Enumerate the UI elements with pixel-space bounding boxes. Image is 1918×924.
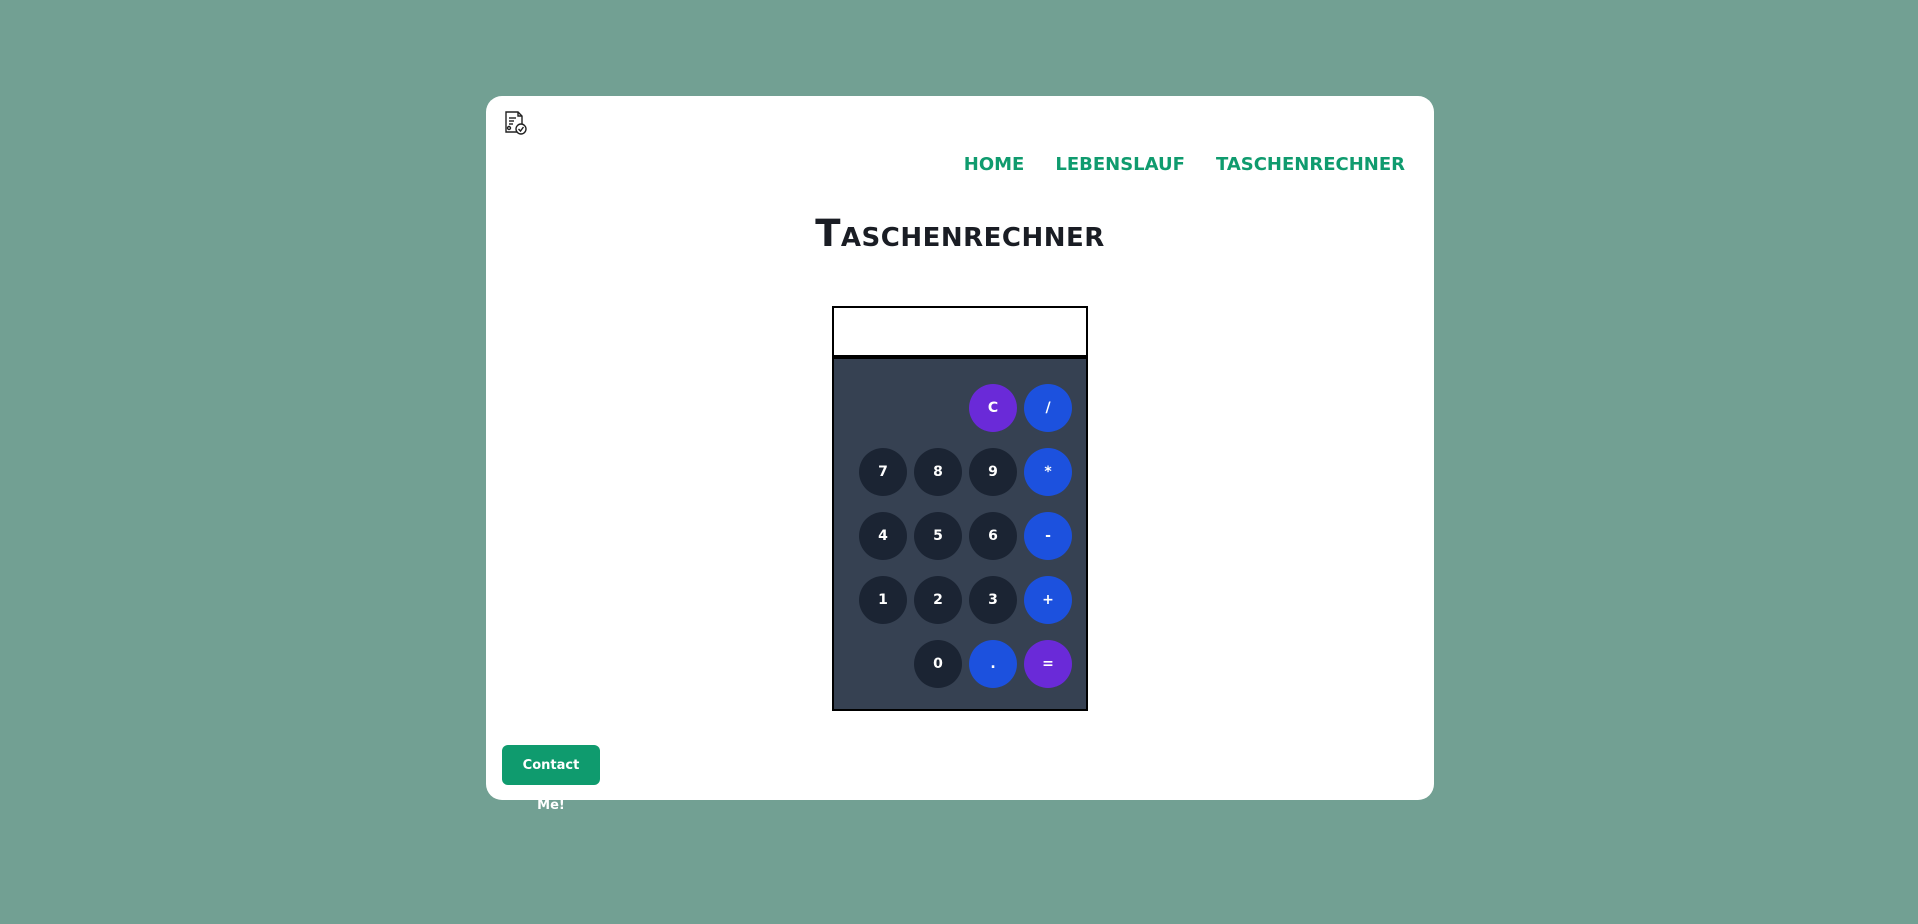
multiply-button[interactable]: * (1024, 448, 1072, 496)
digit-2-button[interactable]: 2 (914, 576, 962, 624)
digit-7-button[interactable]: 7 (859, 448, 907, 496)
plus-button[interactable]: + (1024, 576, 1072, 624)
divide-button[interactable]: / (1024, 384, 1072, 432)
nav-home-link[interactable]: HOME (964, 154, 1025, 175)
main-nav: HOME LEBENSLAUF TASCHENRECHNER (964, 154, 1405, 175)
digit-6-button[interactable]: 6 (969, 512, 1017, 560)
page-title: Taschenrechner (815, 212, 1105, 255)
digit-4-button[interactable]: 4 (859, 512, 907, 560)
nav-taschenrechner-link[interactable]: TASCHENRECHNER (1216, 154, 1405, 175)
calculator-display[interactable] (834, 308, 1086, 359)
digit-8-button[interactable]: 8 (914, 448, 962, 496)
digit-5-button[interactable]: 5 (914, 512, 962, 560)
digit-0-button[interactable]: 0 (914, 640, 962, 688)
minus-button[interactable]: - (1024, 512, 1072, 560)
calculator: C / 7 8 9 * 4 5 6 - 1 2 3 + 0 . = (832, 306, 1088, 711)
digit-3-button[interactable]: 3 (969, 576, 1017, 624)
equals-button[interactable]: = (1024, 640, 1072, 688)
document-check-icon[interactable] (502, 110, 528, 136)
digit-9-button[interactable]: 9 (969, 448, 1017, 496)
main-card: HOME LEBENSLAUF TASCHENRECHNER Taschenre… (486, 96, 1434, 813)
digit-1-button[interactable]: 1 (859, 576, 907, 624)
decimal-button[interactable]: . (969, 640, 1017, 688)
contact-button[interactable]: Contact Me! (502, 745, 600, 813)
clear-button[interactable]: C (969, 384, 1017, 432)
nav-lebenslauf-link[interactable]: LEBENSLAUF (1055, 154, 1185, 175)
